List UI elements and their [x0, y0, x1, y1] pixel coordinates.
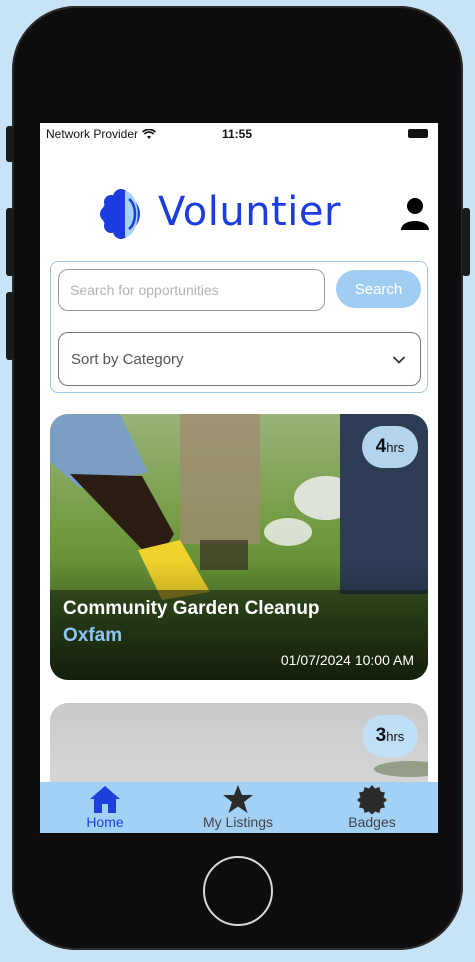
tab-badges-label: Badges: [348, 814, 396, 830]
opportunity-card[interactable]: 4 hrs Community Garden Cleanup Oxfam 01/…: [50, 414, 428, 680]
sort-category-select[interactable]: Sort by Category: [58, 332, 421, 386]
hours-badge: 3 hrs: [362, 715, 418, 757]
status-bar: Network Provider 11:55: [40, 123, 438, 145]
search-button[interactable]: Search: [336, 270, 421, 308]
badge-icon: [357, 785, 387, 814]
status-time: 11:55: [222, 127, 253, 141]
hours-value: 4: [375, 436, 387, 457]
bottom-tab-bar: Home My Listings Badges: [40, 782, 438, 833]
hours-unit: hrs: [386, 729, 405, 744]
battery-icon: [408, 129, 428, 138]
tab-my-listings-label: My Listings: [202, 814, 274, 830]
volume-up-button: [6, 208, 14, 276]
search-panel: Search Sort by Category: [50, 261, 428, 393]
organization-name: Oxfam: [63, 625, 123, 646]
tab-my-listings[interactable]: My Listings: [188, 782, 288, 833]
carrier-name: Network Provider: [46, 127, 139, 141]
hours-badge: 4 hrs: [362, 426, 418, 468]
tab-home[interactable]: Home: [70, 782, 140, 833]
star-icon: [223, 785, 253, 813]
voluntier-logo-icon: [100, 189, 140, 239]
search-input[interactable]: [58, 269, 325, 311]
app-title: Voluntier: [158, 189, 341, 235]
chevron-down-icon: [393, 356, 405, 364]
home-icon: [90, 786, 120, 813]
wifi-icon: [142, 128, 156, 139]
tab-badges[interactable]: Badges: [332, 782, 412, 833]
power-button: [462, 208, 470, 276]
tab-home-label: Home: [86, 814, 124, 830]
hours-unit: hrs: [386, 440, 405, 455]
app-header: Voluntier: [40, 181, 438, 245]
device-home-button[interactable]: [203, 856, 273, 926]
opportunity-title: Community Garden Cleanup: [63, 598, 320, 619]
app-screen: Network Provider 11:55 Voluntier Search …: [40, 123, 438, 833]
volume-down-button: [6, 292, 14, 360]
sort-select-label: Sort by Category: [71, 350, 184, 368]
person-icon[interactable]: [400, 197, 430, 231]
opportunity-datetime: 01/07/2024 10:00 AM: [280, 652, 414, 668]
mute-switch: [6, 126, 14, 162]
hours-value: 3: [375, 725, 387, 746]
